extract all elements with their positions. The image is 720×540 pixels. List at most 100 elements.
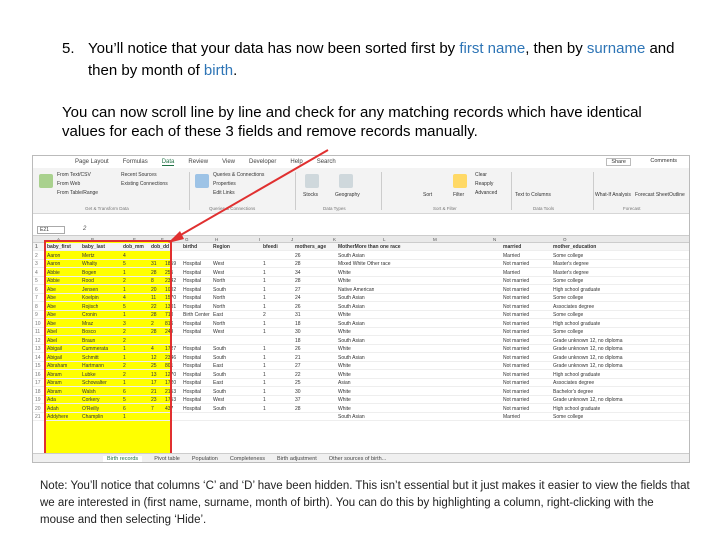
sheet-tab-birth-records[interactable]: Birth records (103, 456, 143, 462)
table-cell[interactable]: Not married (503, 286, 529, 294)
table-cell[interactable]: 1 (263, 286, 266, 294)
table-cell[interactable]: East (213, 379, 223, 387)
table-cell[interactable]: Some college (553, 252, 583, 260)
table-cell[interactable]: Native American (338, 286, 374, 294)
properties[interactable]: Properties (213, 181, 236, 187)
table-cell[interactable]: Birth Center (183, 311, 210, 319)
table-cell[interactable]: South (213, 405, 226, 413)
table-cell[interactable]: 18 (295, 337, 301, 345)
table-cell[interactable]: Not married (503, 354, 529, 362)
table-cell[interactable]: Not married (503, 396, 529, 404)
table-cell[interactable]: 30 (295, 388, 301, 396)
table-cell[interactable]: Some college (553, 328, 583, 336)
table-cell[interactable]: White (338, 269, 351, 277)
table-cell[interactable]: South Asian (338, 413, 365, 421)
table-cell[interactable]: White (338, 328, 351, 336)
table-cell[interactable]: 1 (263, 303, 266, 311)
table-cell[interactable]: Hospital (183, 396, 201, 404)
header-cell[interactable]: mothers_age (295, 243, 326, 251)
table-cell[interactable]: 31 (295, 311, 301, 319)
table-cell[interactable]: White (338, 396, 351, 404)
table-cell[interactable]: White (338, 362, 351, 370)
table-cell[interactable]: North (213, 320, 225, 328)
table-cell[interactable]: White (338, 388, 351, 396)
existing-connections[interactable]: Existing Connections (121, 181, 168, 187)
header-cell[interactable]: married (503, 243, 521, 251)
header-cell[interactable]: birthd (183, 243, 197, 251)
table-cell[interactable]: High school graduate (553, 286, 600, 294)
table-cell[interactable]: North (213, 294, 225, 302)
queries-connections[interactable]: Queries & Connections (213, 172, 264, 178)
from-table-range[interactable]: From Table/Range (57, 190, 98, 196)
table-cell[interactable]: 1 (263, 371, 266, 379)
table-cell[interactable]: White (338, 345, 351, 353)
table-cell[interactable]: 34 (295, 269, 301, 277)
sheet-tab-population[interactable]: Population (192, 456, 218, 462)
table-cell[interactable]: Hospital (183, 388, 201, 396)
sort-button[interactable]: Sort (423, 192, 432, 198)
table-cell[interactable]: 1 (263, 260, 266, 268)
table-cell[interactable]: 28 (295, 405, 301, 413)
stocks[interactable]: Stocks (303, 192, 318, 198)
table-cell[interactable]: Not married (503, 320, 529, 328)
table-cell[interactable]: Asian (338, 379, 351, 387)
table-cell[interactable]: South (213, 354, 226, 362)
filter-icon[interactable] (453, 174, 467, 188)
table-cell[interactable]: Grade unknown 12, no diploma (553, 362, 623, 370)
table-cell[interactable]: Master's degree (553, 260, 589, 268)
table-cell[interactable]: 2 (263, 311, 266, 319)
column-header[interactable]: H (215, 236, 218, 243)
table-cell[interactable]: Grade unknown 12, no diploma (553, 354, 623, 362)
table-cell[interactable]: Hospital (183, 320, 201, 328)
table-cell[interactable]: Grade unknown 12, no diploma (553, 396, 623, 404)
table-cell[interactable]: 1 (263, 362, 266, 370)
tab-data[interactable]: Data (161, 159, 175, 166)
get-data-icon[interactable] (39, 174, 53, 188)
table-cell[interactable]: 27 (295, 362, 301, 370)
column-header[interactable]: L (383, 236, 386, 243)
comments-button[interactable]: Comments (650, 158, 677, 164)
table-cell[interactable]: Hospital (183, 345, 201, 353)
table-cell[interactable]: South Asian (338, 320, 365, 328)
table-cell[interactable]: Bachelor's degree (553, 388, 593, 396)
formula-content[interactable]: 2 (83, 226, 86, 232)
outline[interactable]: Outline (669, 192, 685, 198)
table-cell[interactable]: North (213, 303, 225, 311)
table-cell[interactable]: 26 (295, 252, 301, 260)
from-web[interactable]: From Web (57, 181, 80, 187)
table-cell[interactable]: 1 (263, 269, 266, 277)
table-cell[interactable]: 26 (295, 345, 301, 353)
table-cell[interactable]: 1 (263, 388, 266, 396)
table-cell[interactable]: Mixed White Other race (338, 260, 391, 268)
table-cell[interactable]: West (213, 260, 224, 268)
table-cell[interactable]: Hospital (183, 277, 201, 285)
tab-developer[interactable]: Developer (249, 159, 276, 165)
recent-sources[interactable]: Recent Sources (121, 172, 157, 178)
table-cell[interactable]: Some college (553, 277, 583, 285)
column-header[interactable]: G (185, 236, 189, 243)
table-cell[interactable]: Hospital (183, 362, 201, 370)
filter-button[interactable]: Filter (453, 192, 464, 198)
table-cell[interactable]: White (338, 405, 351, 413)
header-cell[interactable]: bfeedi (263, 243, 278, 251)
tab-help[interactable]: Help (290, 159, 302, 165)
table-cell[interactable]: Hospital (183, 303, 201, 311)
table-cell[interactable]: Associates degree (553, 303, 594, 311)
advanced-button[interactable]: Advanced (475, 190, 497, 196)
table-cell[interactable]: Married (503, 269, 520, 277)
table-cell[interactable]: Hospital (183, 328, 201, 336)
from-text-csv[interactable]: From Text/CSV (57, 172, 91, 178)
table-cell[interactable]: Not married (503, 311, 529, 319)
tab-view[interactable]: View (222, 159, 235, 165)
table-cell[interactable]: 1 (263, 277, 266, 285)
table-cell[interactable]: 28 (295, 277, 301, 285)
geography[interactable]: Geography (335, 192, 360, 198)
table-cell[interactable]: Not married (503, 345, 529, 353)
table-cell[interactable]: South Asian (338, 337, 365, 345)
table-cell[interactable]: Hospital (183, 260, 201, 268)
table-cell[interactable]: White (338, 311, 351, 319)
table-cell[interactable]: South Asian (338, 294, 365, 302)
table-cell[interactable]: South (213, 345, 226, 353)
table-cell[interactable]: South Asian (338, 252, 365, 260)
table-cell[interactable]: 1 (263, 320, 266, 328)
